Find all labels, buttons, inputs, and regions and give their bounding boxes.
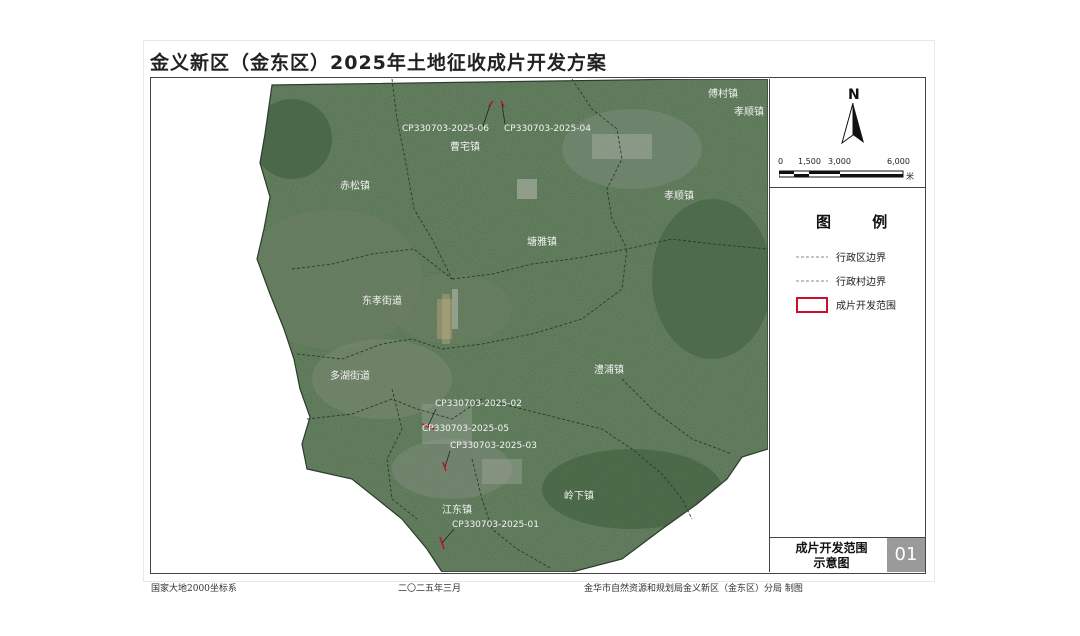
map-title: 金义新区（金东区）2025年土地征收成片开发方案: [150, 52, 607, 74]
place-label: 孝顺镇: [734, 105, 764, 118]
map-caption: 成片开发范围 示意图: [784, 541, 879, 571]
place-label: 赤松镇: [340, 179, 370, 192]
north-and-scale-panel: N 0 1,500 3,000 6,000 米: [770, 79, 925, 188]
legend-label: 行政村边界: [836, 277, 886, 288]
red-rectangle-icon: [796, 297, 828, 313]
legend-panel: 图 例 行政区边界 行政村边界 成片开发范围: [770, 187, 925, 538]
plot-label: CP330703-2025-06: [402, 124, 489, 134]
map-svg: 傅村镇 孝顺镇 曹宅镇 孝顺镇 赤松镇 塘雅镇 东孝街道 澧浦镇 多湖街道 岭下…: [256, 79, 768, 572]
legend-item-district-boundary: 行政区边界: [796, 249, 921, 265]
dashed-line-icon: [796, 256, 828, 258]
footer-authority: 金华市自然资源和规划局金义新区（金东区）分局 制图: [584, 584, 803, 594]
legend-label: 成片开发范围: [836, 301, 896, 312]
scale-unit: 米: [906, 172, 914, 181]
plot-label: CP330703-2025-02: [435, 399, 522, 409]
place-label: 孝顺镇: [664, 189, 694, 202]
place-label: 傅村镇: [708, 87, 738, 100]
footer-crs: 国家大地2000坐标系: [151, 584, 237, 594]
sheet-number: 01: [887, 538, 925, 572]
plot-label: CP330703-2025-03: [450, 441, 537, 451]
plot-label: CP330703-2025-01: [452, 520, 539, 530]
place-label: 澧浦镇: [594, 363, 624, 376]
place-label: 塘雅镇: [527, 235, 557, 248]
scale-tick-0: 0: [778, 157, 784, 166]
footer-date: 二〇二五年三月: [398, 584, 462, 594]
scale-bar: [779, 170, 904, 178]
caption-block: 成片开发范围 示意图 01: [770, 538, 925, 572]
north-arrow-icon: [841, 103, 864, 145]
legend-item-development-area: 成片开发范围: [796, 297, 921, 313]
legend-title: 图 例: [816, 213, 906, 231]
place-label: 多湖街道: [330, 369, 370, 382]
satellite-map[interactable]: 傅村镇 孝顺镇 曹宅镇 孝顺镇 赤松镇 塘雅镇 东孝街道 澧浦镇 多湖街道 岭下…: [152, 79, 768, 572]
place-label: 东孝街道: [362, 294, 402, 307]
scale-tick-1: 1,500: [798, 157, 821, 166]
place-label: 曹宅镇: [450, 140, 480, 153]
scale-tick-3: 6,000: [887, 157, 910, 166]
map-sidebar: N 0 1,500 3,000 6,000 米 图 例 行政区边界 行政村边界: [769, 79, 925, 572]
legend-item-village-boundary: 行政村边界: [796, 273, 921, 289]
map-caption-line: 成片开发范围: [795, 541, 868, 555]
place-label: 岭下镇: [564, 489, 594, 502]
scale-tick-2: 3,000: [828, 157, 851, 166]
plot-label: CP330703-2025-05: [422, 424, 509, 434]
north-letter: N: [848, 87, 860, 103]
legend-label: 行政区边界: [836, 253, 886, 264]
map-caption-line: 示意图: [813, 556, 850, 570]
dashed-line-icon: [796, 280, 828, 282]
place-label: 江东镇: [442, 503, 472, 516]
plot-label: CP330703-2025-04: [504, 124, 591, 134]
